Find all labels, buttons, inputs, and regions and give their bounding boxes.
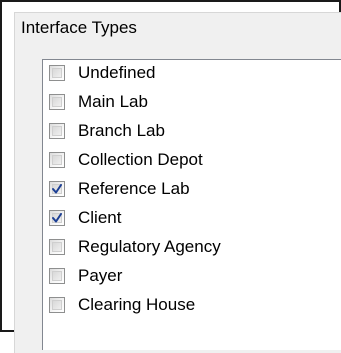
checkbox-collection-depot[interactable] (49, 152, 65, 168)
list-item-label: Collection Depot (78, 150, 203, 169)
list-item-undefined[interactable]: Undefined (49, 60, 156, 86)
list-item-label: Undefined (78, 63, 156, 82)
checkmark-icon (52, 184, 62, 194)
checkbox-undefined[interactable] (49, 65, 65, 81)
list-item-collection-depot[interactable]: Collection Depot (49, 147, 203, 173)
list-item-payer[interactable]: Payer (49, 263, 122, 289)
list-item-label: Clearing House (78, 295, 196, 314)
list-item-client[interactable]: Client (49, 205, 121, 231)
checkbox-branch-lab[interactable] (49, 123, 65, 139)
interface-types-checklist[interactable]: Undefined Main Lab Branch Lab Collection… (42, 59, 341, 350)
checkbox-regulatory-agency[interactable] (49, 239, 65, 255)
list-item-label: Main Lab (78, 92, 148, 111)
checkbox-payer[interactable] (49, 268, 65, 284)
list-item-label: Payer (78, 266, 123, 285)
list-item-label: Branch Lab (78, 121, 165, 140)
group-title: Interface Types (21, 18, 137, 37)
list-item-label: Reference Lab (78, 179, 190, 198)
list-item-clearing-house[interactable]: Clearing House (49, 292, 195, 318)
list-item-regulatory-agency[interactable]: Regulatory Agency (49, 234, 221, 260)
checkbox-reference-lab[interactable] (49, 181, 65, 197)
checkbox-clearing-house[interactable] (49, 297, 65, 313)
checkmark-icon (52, 213, 62, 223)
list-item-label: Client (78, 208, 122, 227)
checkbox-client[interactable] (49, 210, 65, 226)
checkbox-main-lab[interactable] (49, 94, 65, 110)
list-item-label: Regulatory Agency (78, 237, 221, 256)
list-item-branch-lab[interactable]: Branch Lab (49, 118, 165, 144)
list-item-main-lab[interactable]: Main Lab (49, 89, 148, 115)
list-item-reference-lab[interactable]: Reference Lab (49, 176, 190, 202)
